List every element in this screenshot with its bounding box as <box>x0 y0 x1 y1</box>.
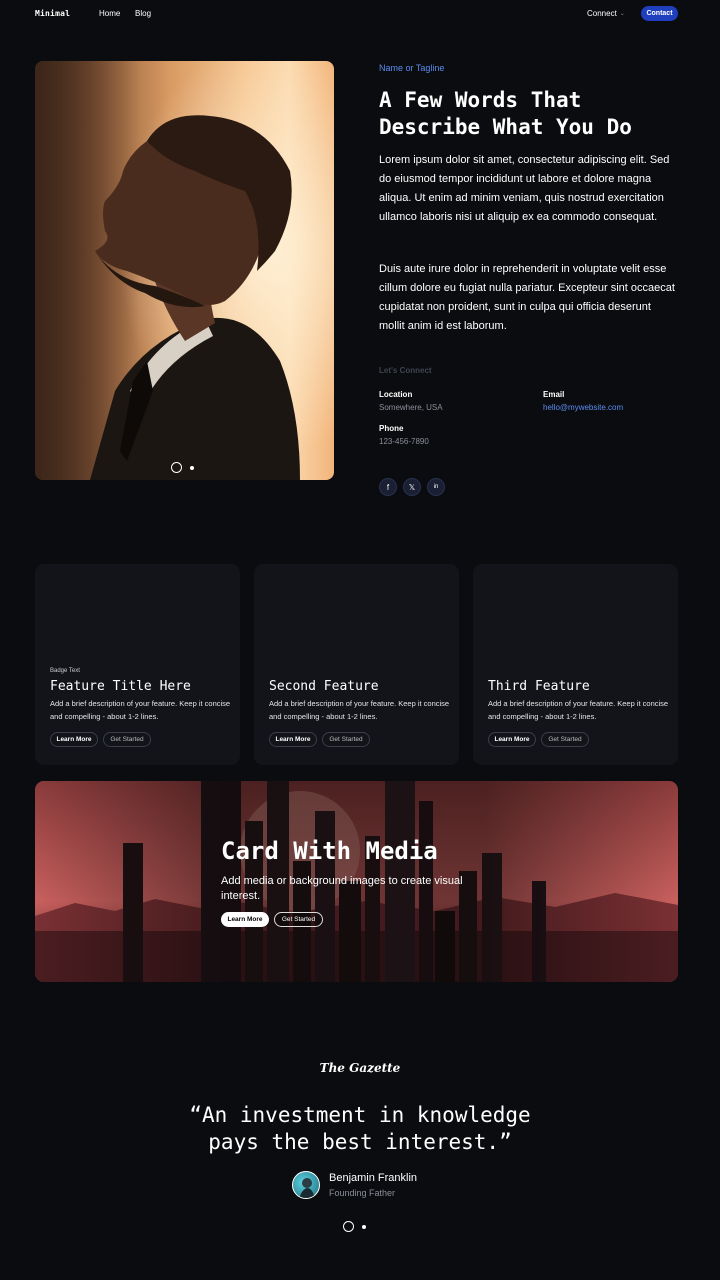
get-started-button[interactable]: Get Started <box>274 912 323 927</box>
learn-more-button[interactable]: Learn More <box>50 732 98 747</box>
hero-paragraph-2: Duis aute irure dolor in reprehenderit i… <box>379 263 675 332</box>
learn-more-button[interactable]: Learn More <box>488 732 536 747</box>
location-label: Location <box>379 390 413 399</box>
email-label: Email <box>543 390 565 399</box>
email-link[interactable]: hello@mywebsite.com <box>543 403 623 412</box>
media-card-title: Card With Media <box>221 837 438 865</box>
portrait-illustration <box>35 61 334 480</box>
avatar-image <box>299 1178 315 1198</box>
get-started-button[interactable]: Get Started <box>322 732 370 747</box>
hero-paragraph-1: Lorem ipsum dolor sit amet, consectetur … <box>379 154 670 223</box>
feature-description: Add a brief description of your feature.… <box>269 699 450 721</box>
author-name: Benjamin Franklin <box>329 1172 418 1184</box>
feature-title: Feature Title Here <box>50 679 191 694</box>
get-started-button[interactable]: Get Started <box>103 732 151 747</box>
quote-text: “An investment in knowledge pays the bes… <box>189 1103 531 1154</box>
chevron-down-icon: ⌄ <box>619 11 625 17</box>
hero-portrait-image <box>35 61 334 480</box>
media-card: Card With Media Add media or background … <box>35 781 678 982</box>
author-role: Founding Father <box>329 1188 396 1198</box>
carousel-dot[interactable] <box>190 465 194 470</box>
get-started-button[interactable]: Get Started <box>541 732 589 747</box>
linkedin-icon[interactable]: in <box>427 478 445 496</box>
facebook-icon[interactable]: f <box>379 478 397 496</box>
avatar <box>292 1171 320 1199</box>
contact-button[interactable]: Contact <box>641 6 678 21</box>
phone-value: 123-456-7890 <box>379 437 429 446</box>
feature-description: Add a brief description of your feature.… <box>488 699 669 721</box>
carousel-dot[interactable] <box>362 1224 366 1229</box>
nav-blog-link[interactable]: Blog <box>135 9 151 18</box>
hero-tagline: Name or Tagline <box>379 63 445 73</box>
connect-label: Connect <box>587 9 617 18</box>
phone-label: Phone <box>379 424 404 433</box>
feature-card-3: Third Feature Add a brief description of… <box>473 564 678 765</box>
hero-title: A Few Words That Describe What You Do <box>379 88 632 139</box>
feature-card-1: Badge Text Feature Title Here Add a brie… <box>35 564 240 765</box>
learn-more-button[interactable]: Learn More <box>269 732 317 747</box>
testimonial-carousel-dots <box>343 1221 366 1232</box>
feature-title: Second Feature <box>269 679 379 694</box>
x-icon[interactable]: 𝕏 <box>403 478 421 496</box>
feature-card-2: Second Feature Add a brief description o… <box>254 564 459 765</box>
feature-description: Add a brief description of your feature.… <box>50 699 231 721</box>
feature-title: Third Feature <box>488 679 590 694</box>
nav-home-link[interactable]: Home <box>99 9 120 18</box>
lets-connect-heading: Let's Connect <box>379 366 432 375</box>
learn-more-button[interactable]: Learn More <box>221 912 269 927</box>
hero-carousel-dots <box>171 462 194 473</box>
carousel-dot-active[interactable] <box>171 462 182 473</box>
carousel-dot-active[interactable] <box>343 1221 354 1232</box>
badge-text: Badge Text <box>50 668 80 674</box>
publication-logo: The Gazette <box>319 1061 401 1075</box>
location-value: Somewhere, USA <box>379 403 443 412</box>
logo[interactable]: Minimal <box>35 9 70 18</box>
top-nav: Minimal Home Blog Connect ⌄ Contact <box>0 0 720 28</box>
testimonial-quote: “An investment in knowledge pays the bes… <box>0 1102 720 1156</box>
connect-dropdown[interactable]: Connect ⌄ <box>587 9 625 18</box>
media-card-description: Add media or background images to create… <box>221 875 463 902</box>
